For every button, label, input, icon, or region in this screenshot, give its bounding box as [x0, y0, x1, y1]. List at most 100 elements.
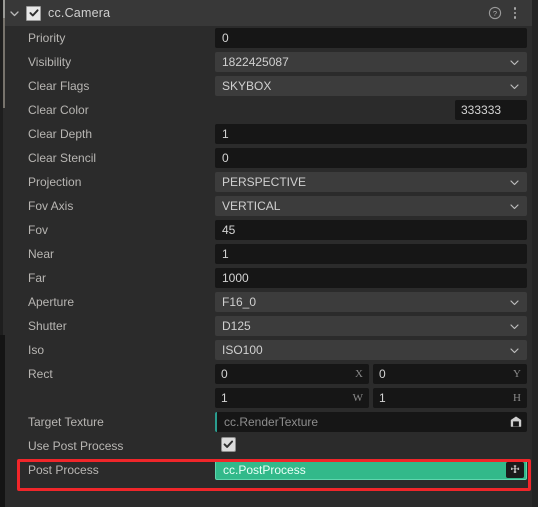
- near-field-wrap: 1: [215, 244, 527, 264]
- panel-right-divider: [532, 0, 538, 507]
- property-row-near: Near 1: [5, 242, 532, 266]
- property-row-iso: Iso ISO100: [5, 338, 532, 362]
- rect-w-input[interactable]: 1 W: [215, 388, 369, 408]
- property-label: Post Process: [28, 463, 99, 477]
- priority-field-wrap: 0: [215, 28, 527, 48]
- dropdown-value: SKYBOX: [222, 79, 272, 93]
- property-row-target-texture: Target Texture cc.RenderTexture: [5, 410, 532, 434]
- property-label: Far: [28, 271, 46, 285]
- clear-stencil-input[interactable]: 0: [215, 148, 527, 168]
- clear-depth-field-wrap: 1: [215, 124, 527, 144]
- fov-axis-dropdown[interactable]: VERTICAL: [215, 196, 527, 216]
- visibility-field-wrap: 1822425087: [215, 52, 527, 72]
- chevron-down-icon: [509, 177, 520, 188]
- property-label: Visibility: [28, 55, 72, 69]
- priority-input[interactable]: 0: [215, 28, 527, 48]
- property-row-use-post-process: Use Post Process: [5, 434, 532, 458]
- property-label: Clear Color: [28, 103, 89, 117]
- rect-x-input[interactable]: 0 X: [215, 364, 369, 384]
- target-texture-placeholder: cc.RenderTexture: [224, 415, 319, 429]
- chevron-down-icon[interactable]: [5, 0, 23, 26]
- kebab-menu-icon[interactable]: [506, 3, 524, 23]
- component-enabled-checkbox[interactable]: [26, 5, 41, 21]
- use-post-process-checkbox[interactable]: [221, 437, 236, 452]
- visibility-dropdown[interactable]: 1822425087: [215, 52, 527, 72]
- clear-flags-field-wrap: SKYBOX: [215, 76, 527, 96]
- property-label: Priority: [28, 31, 66, 45]
- near-input[interactable]: 1: [215, 244, 527, 264]
- property-row-fov-axis: Fov Axis VERTICAL: [5, 194, 532, 218]
- rect-y-value: 0: [379, 367, 386, 381]
- rect-w-value: 1: [221, 391, 228, 405]
- property-label: Clear Depth: [28, 127, 93, 141]
- component-puzzle-icon[interactable]: [506, 462, 524, 478]
- property-label: Fov: [28, 223, 49, 237]
- properties-list: Priority 0 Visibility 1822425087 Clear F…: [5, 26, 532, 507]
- dropdown-value: F16_0: [222, 295, 257, 309]
- texture-asset-icon[interactable]: [509, 415, 523, 429]
- dropdown-value: ISO100: [222, 343, 263, 357]
- rect-x-value: 0: [221, 367, 228, 381]
- chevron-down-icon: [509, 321, 520, 332]
- clear-flags-dropdown[interactable]: SKYBOX: [215, 76, 527, 96]
- header-actions: ?: [486, 3, 532, 23]
- svg-text:?: ?: [493, 9, 497, 18]
- property-label: Rect: [28, 367, 53, 381]
- property-row-far: Far 1000: [5, 266, 532, 290]
- clear-color-swatch-wrap[interactable]: [215, 100, 447, 120]
- rect-y-sublabel: Y: [513, 368, 521, 380]
- rect-y-input[interactable]: 0 Y: [373, 364, 527, 384]
- property-row-projection: Projection PERSPECTIVE: [5, 170, 532, 194]
- property-label: Fov Axis: [28, 199, 74, 213]
- iso-dropdown[interactable]: ISO100: [215, 340, 527, 360]
- chevron-down-icon: [509, 345, 520, 356]
- rect-w-sublabel: W: [352, 392, 363, 404]
- property-row-fov: Fov 45: [5, 218, 532, 242]
- property-row-priority: Priority 0: [5, 26, 532, 50]
- property-row-rect: Rect 0 X 0 Y: [5, 362, 532, 386]
- far-field-wrap: 1000: [215, 268, 527, 288]
- property-label: Use Post Process: [28, 439, 124, 453]
- chevron-down-icon: [509, 81, 520, 92]
- property-row-clear-flags: Clear Flags SKYBOX: [5, 74, 532, 98]
- rect-x-sublabel: X: [355, 368, 363, 380]
- post-process-value: cc.PostProcess: [223, 463, 306, 477]
- chevron-down-icon: [509, 297, 520, 308]
- property-label: Shutter: [28, 319, 67, 333]
- projection-dropdown[interactable]: PERSPECTIVE: [215, 172, 527, 192]
- dropdown-value: PERSPECTIVE: [222, 175, 307, 189]
- rect-h-value: 1: [379, 391, 386, 405]
- shutter-dropdown[interactable]: D125: [215, 316, 527, 336]
- aperture-dropdown[interactable]: F16_0: [215, 292, 527, 312]
- rect-h-input[interactable]: 1 H: [373, 388, 527, 408]
- property-label: Projection: [28, 175, 82, 189]
- property-row-clear-color: Clear Color 333333: [5, 98, 532, 122]
- component-title: cc.Camera: [48, 6, 111, 20]
- property-row-visibility: Visibility 1822425087: [5, 50, 532, 74]
- iso-field-wrap: ISO100: [215, 340, 527, 360]
- chevron-down-icon: [509, 201, 520, 212]
- aperture-field-wrap: F16_0: [215, 292, 527, 312]
- help-circle-icon[interactable]: ?: [486, 3, 504, 23]
- clear-stencil-field-wrap: 0: [215, 148, 527, 168]
- fov-field-wrap: 45: [215, 220, 527, 240]
- dropdown-value: D125: [222, 319, 251, 333]
- target-texture-asset-field[interactable]: cc.RenderTexture: [215, 412, 527, 432]
- property-row-shutter: Shutter D125: [5, 314, 532, 338]
- dropdown-value: VERTICAL: [222, 199, 281, 213]
- component-header[interactable]: cc.Camera ?: [5, 0, 532, 27]
- fov-input[interactable]: 45: [215, 220, 527, 240]
- property-label: Aperture: [28, 295, 75, 309]
- fov-axis-field-wrap: VERTICAL: [215, 196, 527, 216]
- property-label: Near: [28, 247, 55, 261]
- far-input[interactable]: 1000: [215, 268, 527, 288]
- post-process-asset-field[interactable]: cc.PostProcess: [215, 460, 527, 480]
- property-label: Target Texture: [28, 415, 104, 429]
- property-row-aperture: Aperture F16_0: [5, 290, 532, 314]
- chevron-down-icon: [509, 57, 520, 68]
- clear-depth-input[interactable]: 1: [215, 124, 527, 144]
- shutter-field-wrap: D125: [215, 316, 527, 336]
- clear-color-hex-input[interactable]: 333333: [455, 100, 527, 120]
- property-row-rect-size: 1 W 1 H: [5, 386, 532, 410]
- rect-h-sublabel: H: [513, 392, 521, 404]
